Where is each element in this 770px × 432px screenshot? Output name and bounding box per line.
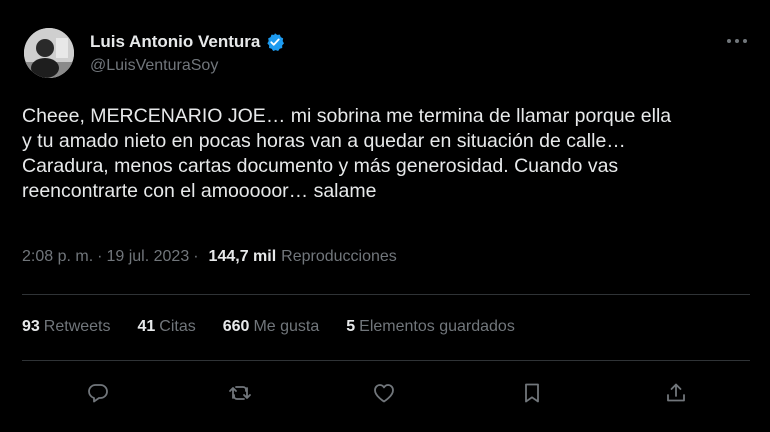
- avatar[interactable]: [24, 28, 74, 78]
- like-icon[interactable]: [369, 378, 399, 408]
- retweets-label: Retweets: [43, 318, 111, 335]
- author-name-row: Luis Antonio Ventura: [90, 31, 285, 53]
- verified-badge-icon: [265, 32, 285, 52]
- author-display-name[interactable]: Luis Antonio Ventura: [90, 32, 260, 52]
- likes-count: 660: [222, 318, 250, 335]
- retweets-stat[interactable]: 93 Retweets: [22, 318, 111, 336]
- retweets-count: 93: [22, 318, 40, 335]
- bookmarks-stat[interactable]: 5 Elementos guardados: [346, 318, 515, 336]
- meta-separator: ·: [97, 248, 103, 265]
- meta-separator: ·: [193, 248, 199, 265]
- author-handle[interactable]: @LuisVenturaSoy: [90, 57, 218, 75]
- views-label: Reproducciones: [281, 248, 397, 265]
- bookmark-icon[interactable]: [517, 378, 547, 408]
- tweet-time[interactable]: 2:08 p. m.: [22, 248, 93, 266]
- tweet-meta: 2:08 p. m. · 19 jul. 2023 · 144,7 mil Re…: [22, 248, 397, 266]
- divider: [22, 360, 750, 361]
- bookmarks-count: 5: [346, 318, 356, 335]
- action-bar: [0, 378, 770, 408]
- divider: [22, 294, 750, 295]
- quotes-stat[interactable]: 41 Citas: [138, 318, 196, 336]
- likes-label: Me gusta: [253, 318, 320, 335]
- more-options-icon[interactable]: [724, 30, 750, 52]
- tweet-date[interactable]: 19 jul. 2023: [106, 248, 189, 266]
- tweet-card: Luis Antonio Ventura @LuisVenturaSoy Che…: [0, 0, 770, 432]
- views-count: 144,7 mil: [208, 248, 277, 265]
- tweet-stats: 93 Retweets 41 Citas 660 Me gusta 5 Elem…: [22, 318, 542, 336]
- share-icon[interactable]: [661, 378, 691, 408]
- reply-icon[interactable]: [83, 378, 113, 408]
- likes-stat[interactable]: 660 Me gusta: [223, 318, 320, 336]
- quotes-count: 41: [137, 318, 156, 335]
- retweet-icon[interactable]: [225, 378, 255, 408]
- quotes-label: Citas: [159, 318, 196, 335]
- tweet-text: Cheee, MERCENARIO JOE… mi sobrina me ter…: [22, 105, 672, 202]
- bookmarks-label: Elementos guardados: [359, 318, 515, 335]
